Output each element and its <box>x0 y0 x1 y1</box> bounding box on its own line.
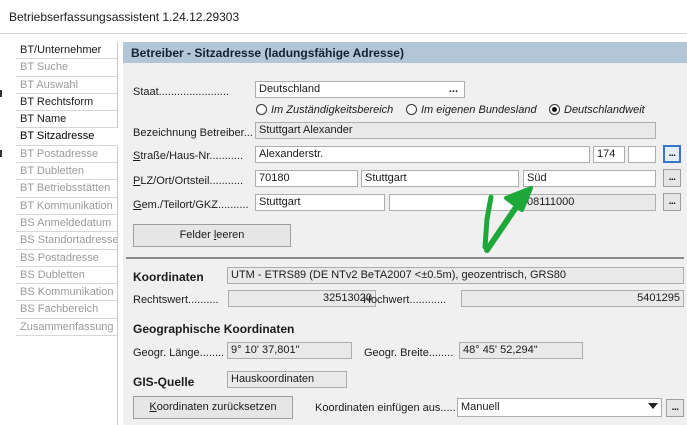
strasse-label: Straße/Haus-Nr........... <box>133 150 244 162</box>
sidebar-item[interactable]: BS Anmeldedatum <box>16 215 117 233</box>
gkz-field[interactable]: 08111000 <box>523 194 656 211</box>
insert-from-label: Koordinaten einfügen aus..... <box>315 402 456 414</box>
sidebar-item[interactable]: BS Standortadresse <box>16 232 117 250</box>
sidebar-item[interactable]: BS Kommunikation <box>16 284 117 302</box>
rechtswert-field[interactable]: 32513020 <box>228 290 376 307</box>
address-form-panel: Betreiber - Sitzadresse (ladungsfähige A… <box>123 42 687 425</box>
sidebar-item[interactable]: BT Dubletten <box>16 163 117 181</box>
radio-circle-selected <box>549 104 560 115</box>
scope-radio-group: Im Zuständigkeitsbereich Im eigenen Bund… <box>256 104 686 120</box>
sidebar-item[interactable]: BT Auswahl <box>16 77 117 94</box>
street-lookup-button[interactable]: ... <box>663 145 681 163</box>
house-number-field[interactable]: 174 <box>593 146 625 163</box>
gis-source-field[interactable]: Hauskoordinaten <box>227 371 347 388</box>
sidebar-item[interactable]: BT Sitzadresse <box>16 128 118 146</box>
insert-source-button[interactable]: ... <box>666 399 684 417</box>
sidebar-item[interactable]: BS Dubletten <box>16 267 117 285</box>
reset-coordinates-button[interactable]: Koordinaten zurücksetzen <box>133 396 293 419</box>
insert-source-select[interactable]: Manuell <box>457 398 662 417</box>
breite-field[interactable]: 48° 45' 52,294" <box>459 342 583 359</box>
sidebar-item[interactable]: BS Fachbereich <box>16 301 117 319</box>
staat-value: Deutschland <box>259 83 321 95</box>
gemeinde-label: Gem./Teilort/GKZ.......... <box>133 199 249 211</box>
coordinates-title: Koordinaten <box>133 270 204 284</box>
title-bar: Betriebserfassungsassistent 1.24.12.2930… <box>0 0 687 34</box>
chevron-down-icon <box>648 403 658 409</box>
section-header: Betreiber - Sitzadresse (ladungsfähige A… <box>123 42 687 63</box>
radio-bundesland[interactable]: Im eigenen Bundesland <box>406 104 537 116</box>
gis-source-title: GIS-Quelle <box>133 375 195 389</box>
plz-lookup-button[interactable]: ... <box>663 169 681 187</box>
sidebar-item[interactable]: BT Postadresse <box>16 146 117 164</box>
hochwert-field[interactable]: 5401295 <box>461 290 684 307</box>
staat-label: Staat....................... <box>133 86 229 98</box>
radio-label: Im eigenen Bundesland <box>421 104 537 116</box>
sidebar-item[interactable]: BT/Unternehmer <box>16 42 117 60</box>
window-edge-marks <box>0 34 3 425</box>
sidebar-item[interactable]: BT Kommunikation <box>16 198 117 215</box>
sidebar-item[interactable]: BT Name <box>16 111 117 129</box>
sidebar-item[interactable]: BT Betriebsstätten <box>16 180 117 198</box>
staat-field[interactable]: Deutschland ... <box>255 81 465 98</box>
bezeichnung-label: Bezeichnung Betreiber... <box>133 127 253 139</box>
hochwert-label: Hochwert............ <box>363 294 447 306</box>
wizard-step-list: BT/Unternehmer BT Suche BT Auswahl BT Recht… <box>16 42 118 425</box>
house-number-suffix-field[interactable] <box>628 146 656 163</box>
gemeinde-lookup-button[interactable]: ... <box>663 193 681 211</box>
gemeinde-field[interactable]: Stuttgart <box>255 194 385 211</box>
laenge-field[interactable]: 9° 10' 37,801" <box>227 342 352 359</box>
rechtswert-label: Rechtswert.......... <box>133 294 219 306</box>
bezeichnung-field[interactable]: Stuttgart Alexander <box>255 122 656 139</box>
ortsteil-field[interactable]: Süd <box>523 170 656 187</box>
plz-label: PLZ/Ort/Ortsteil........... <box>133 175 244 187</box>
sidebar-item[interactable]: BT Rechtsform <box>16 94 117 112</box>
insert-source-value: Manuell <box>461 401 500 413</box>
radio-deutschlandweit[interactable]: Deutschlandweit <box>549 104 645 116</box>
breite-label: Geogr. Breite........ <box>364 347 454 359</box>
laenge-label: Geogr. Länge........ <box>133 347 225 359</box>
teilort-field[interactable] <box>389 194 523 211</box>
clear-fields-button[interactable]: Felder leeren <box>133 224 291 247</box>
window-title: Betriebserfassungsassistent 1.24.12.2930… <box>9 10 240 24</box>
radio-circle <box>406 104 417 115</box>
radio-label: Im Zuständigkeitsbereich <box>271 104 394 116</box>
sidebar-item[interactable]: BS Postadresse <box>16 250 117 267</box>
sidebar-item[interactable]: Zusammenfassung <box>16 319 117 337</box>
sidebar-item[interactable]: BT Suche <box>16 59 117 77</box>
radio-zustaendigkeit[interactable]: Im Zuständigkeitsbereich <box>256 104 393 116</box>
radio-circle <box>256 104 267 115</box>
geo-coordinates-title: Geographische Koordinaten <box>133 322 295 336</box>
staat-dots: ... <box>448 83 458 95</box>
radio-label: Deutschlandweit <box>564 104 645 116</box>
street-field[interactable]: Alexanderstr. <box>255 146 590 163</box>
ort-field[interactable]: Stuttgart <box>361 170 519 187</box>
plz-field[interactable]: 70180 <box>255 170 358 187</box>
coordinate-system-field[interactable]: UTM - ETRS89 (DE NTv2 BeTA2007 <±0.5m), … <box>227 267 684 284</box>
section-divider <box>126 257 684 259</box>
